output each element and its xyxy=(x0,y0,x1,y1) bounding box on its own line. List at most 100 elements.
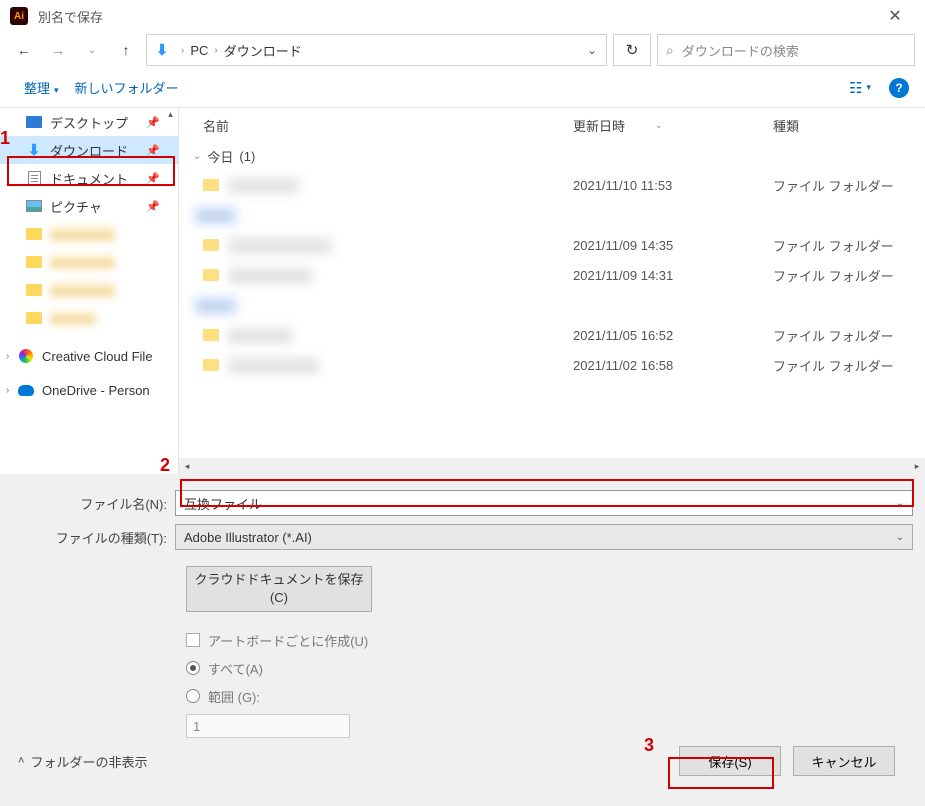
file-date: 2021/11/02 16:58 xyxy=(573,358,773,373)
forward-button[interactable]: → xyxy=(44,32,72,68)
file-list: 名前 更新日時⌄ 種類 ⌄ 今日 (1) xxxxxxxxxx 2021/11/… xyxy=(179,108,925,474)
help-button[interactable]: ? xyxy=(889,78,909,98)
pin-icon: 📌 xyxy=(146,116,160,129)
up-button[interactable]: ↑ xyxy=(112,32,140,68)
file-date: 2021/11/09 14:31 xyxy=(573,268,773,283)
search-icon: ⌕ xyxy=(666,42,674,59)
annotation-1: 1 xyxy=(0,128,10,149)
caret-up-icon: ˄ xyxy=(18,755,24,767)
artboard-checkbox[interactable]: アートボードごとに作成(U) xyxy=(186,626,913,654)
file-type: ファイル フォルダー xyxy=(773,236,925,255)
sidebar-item-folder[interactable]: xxxxxxxxxx xyxy=(0,248,178,276)
file-type: ファイル フォルダー xyxy=(773,356,925,375)
download-icon: ⬇ xyxy=(26,142,42,158)
file-row[interactable]: xxxxxxxxx 2021/11/05 16:52 ファイル フォルダー xyxy=(179,320,925,350)
group-header[interactable]: xxxxx xyxy=(179,290,925,320)
toolbar: 整理▾ 新しいフォルダー ☷ ▾ ? xyxy=(0,68,925,108)
horizontal-scrollbar[interactable]: ◂ ▸ xyxy=(179,458,925,474)
column-type[interactable]: 種類 xyxy=(773,116,925,135)
annotation-3: 3 xyxy=(644,735,654,756)
column-date[interactable]: 更新日時⌄ xyxy=(573,116,773,135)
column-name[interactable]: 名前 xyxy=(203,116,573,135)
view-options-button[interactable]: ☷ ▾ xyxy=(849,79,871,97)
range-input[interactable]: 1 xyxy=(186,714,350,738)
file-date: 2021/11/05 16:52 xyxy=(573,328,773,343)
radio-checked-icon xyxy=(186,661,200,675)
organize-button[interactable]: 整理▾ xyxy=(16,74,67,101)
sidebar-item-label: Creative Cloud File xyxy=(42,349,153,364)
breadcrumb-root[interactable]: PC xyxy=(188,43,210,58)
sidebar-item-downloads[interactable]: ⬇ ダウンロード 📌 xyxy=(0,136,178,164)
creative-cloud-icon xyxy=(18,348,34,364)
sidebar-item-label: ダウンロード xyxy=(50,141,128,160)
sidebar-item-folder[interactable]: xxxxxxxxxx xyxy=(0,276,178,304)
pin-icon: 📌 xyxy=(146,200,160,213)
new-folder-button[interactable]: 新しいフォルダー xyxy=(67,74,187,101)
folder-icon xyxy=(203,329,219,341)
save-cloud-button[interactable]: クラウドドキュメントを保存(C) xyxy=(186,566,372,612)
close-button[interactable]: ✕ xyxy=(875,6,915,26)
back-button[interactable]: ← xyxy=(10,32,38,68)
filetype-select[interactable]: Adobe Illustrator (*.AI) ⌄ xyxy=(175,524,913,550)
navbar: ← → ⌄ ↑ ⬇ › PC › ダウンロード ⌄ ↻ ⌕ ダウンロードの検索 xyxy=(0,32,925,68)
sidebar-item-onedrive[interactable]: › OneDrive - Person xyxy=(0,376,178,404)
group-header[interactable]: xxxxx xyxy=(179,200,925,230)
filename-label: ファイル名(N): xyxy=(0,494,175,513)
column-headers: 名前 更新日時⌄ 種類 xyxy=(179,108,925,142)
dropdown-icon[interactable]: ⌄ xyxy=(896,498,904,509)
picture-icon xyxy=(26,198,42,214)
refresh-button[interactable]: ↻ xyxy=(613,34,651,66)
file-type: ファイル フォルダー xyxy=(773,326,925,345)
desktop-icon xyxy=(26,114,42,130)
search-placeholder: ダウンロードの検索 xyxy=(682,41,799,60)
scroll-right-icon[interactable]: ▸ xyxy=(909,461,925,472)
window-title: 別名で保存 xyxy=(38,7,875,26)
folder-icon xyxy=(203,359,219,371)
search-input[interactable]: ⌕ ダウンロードの検索 xyxy=(657,34,915,66)
file-row[interactable]: xxxxxxxxxxxxx 2021/11/02 16:58 ファイル フォルダ… xyxy=(179,350,925,380)
file-row[interactable]: xxxxxxxxxxxxxxx 2021/11/09 14:35 ファイル フォ… xyxy=(179,230,925,260)
sidebar-item-desktop[interactable]: デスクトップ 📌 xyxy=(0,108,178,136)
sidebar-item-label: ドキュメント xyxy=(50,169,128,188)
expand-icon[interactable]: › xyxy=(6,351,9,362)
view-list-icon: ☷ xyxy=(849,79,862,97)
path-dropdown-icon[interactable]: ⌄ xyxy=(578,43,606,57)
scroll-left-icon[interactable]: ◂ xyxy=(179,461,195,472)
file-type: ファイル フォルダー xyxy=(773,266,925,285)
save-button[interactable]: 保存(S) xyxy=(679,746,781,776)
file-type: ファイル フォルダー xyxy=(773,176,925,195)
folder-icon xyxy=(26,282,42,298)
range-radio[interactable]: 範囲 (G): xyxy=(186,682,913,710)
breadcrumb-bar[interactable]: ⬇ › PC › ダウンロード ⌄ xyxy=(146,34,607,66)
sidebar-item-folder[interactable]: xxxxxxx xyxy=(0,304,178,332)
all-radio[interactable]: すべて(A) xyxy=(186,654,913,682)
sidebar: ▴ デスクトップ 📌 ⬇ ダウンロード 📌 ドキュメント 📌 ピクチャ 📌 xyxy=(0,108,179,474)
sidebar-item-documents[interactable]: ドキュメント 📌 xyxy=(0,164,178,192)
group-today[interactable]: ⌄ 今日 (1) xyxy=(179,142,925,170)
filetype-value: Adobe Illustrator (*.AI) xyxy=(184,530,312,545)
sidebar-item-folder[interactable]: xxxxxxxxxx xyxy=(0,220,178,248)
breadcrumb-path[interactable]: ダウンロード xyxy=(222,41,304,60)
dropdown-icon[interactable]: ⌄ xyxy=(896,532,904,543)
breadcrumb-sep-icon: › xyxy=(214,45,217,56)
sidebar-item-creative-cloud[interactable]: › Creative Cloud File xyxy=(0,342,178,370)
file-date: 2021/11/09 14:35 xyxy=(573,238,773,253)
breadcrumb-sep-icon: › xyxy=(181,45,184,56)
sidebar-item-label: デスクトップ xyxy=(50,113,128,132)
file-row[interactable]: xxxxxxxxxx 2021/11/10 11:53 ファイル フォルダー xyxy=(179,170,925,200)
checkbox-icon xyxy=(186,633,200,647)
folder-icon xyxy=(203,269,219,281)
sidebar-item-label: ピクチャ xyxy=(50,197,102,216)
cancel-button[interactable]: キャンセル xyxy=(793,746,895,776)
filename-input[interactable]: 互換ファイル ⌄ xyxy=(175,490,913,516)
hide-folders-toggle[interactable]: ˄ フォルダーの非表示 xyxy=(18,752,147,771)
annotation-2: 2 xyxy=(160,455,170,476)
recent-dropdown[interactable]: ⌄ xyxy=(78,32,106,68)
file-row[interactable]: xxxxxxxxxxxx 2021/11/09 14:31 ファイル フォルダー xyxy=(179,260,925,290)
sidebar-item-pictures[interactable]: ピクチャ 📌 xyxy=(0,192,178,220)
sidebar-item-label: OneDrive - Person xyxy=(42,383,150,398)
filename-value: 互換ファイル xyxy=(184,494,262,513)
folder-icon xyxy=(203,179,219,191)
expand-icon[interactable]: › xyxy=(6,385,9,396)
download-folder-icon: ⬇ xyxy=(153,41,171,59)
